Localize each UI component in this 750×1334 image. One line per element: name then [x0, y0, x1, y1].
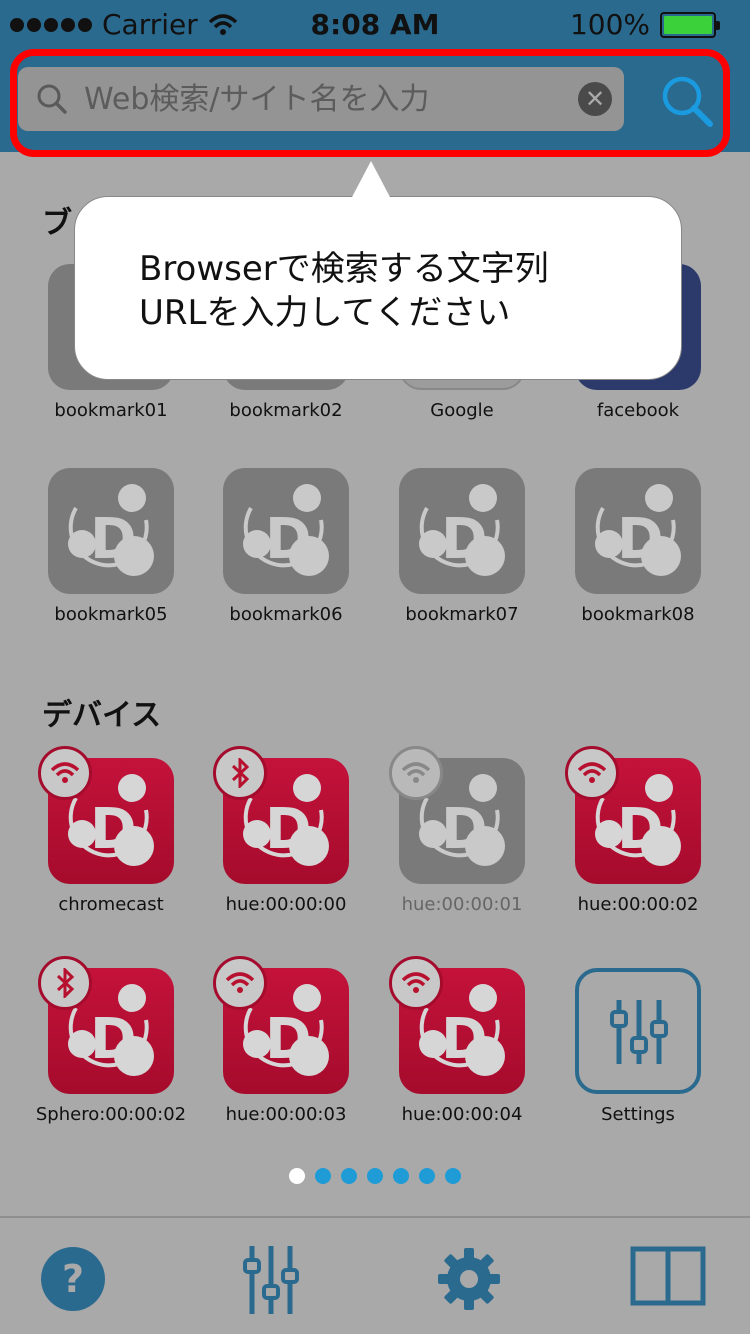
bookmark-label: bookmark02: [229, 400, 343, 421]
wifi-icon: [401, 762, 431, 783]
dconnect-logo-icon: D: [595, 484, 681, 576]
search-tooltip: Browserで検索する文字列 URLを入力してください: [74, 161, 682, 380]
device-label: hue:00:00:03: [225, 1104, 347, 1125]
svg-text:?: ?: [62, 1257, 84, 1301]
battery-percent: 100%: [569, 8, 650, 41]
tab-bar: ?: [0, 1216, 750, 1334]
wifi-badge: [389, 746, 443, 800]
bookmark-item[interactable]: D bookmark08: [553, 468, 723, 625]
device-icon: D: [38, 746, 174, 884]
settings-tile: [575, 968, 701, 1094]
bookmark-icon: D: [223, 468, 349, 594]
wifi-badge: [38, 746, 92, 800]
device-label: hue:00:00:02: [577, 894, 699, 915]
device-item[interactable]: D hue:00:00:00: [201, 746, 371, 915]
page-dot[interactable]: [341, 1168, 357, 1184]
settings-item[interactable]: Settings: [553, 968, 723, 1125]
gear-icon[interactable]: [436, 1246, 502, 1312]
device-item[interactable]: D hue:00:00:02: [553, 746, 723, 915]
device-label: hue:00:00:00: [225, 894, 347, 915]
settings-label: Settings: [601, 1104, 675, 1125]
bluetooth-icon: [56, 968, 75, 998]
wifi-icon: [50, 762, 80, 783]
page-dot[interactable]: [445, 1168, 461, 1184]
wifi-icon: [225, 972, 255, 993]
search-highlight: [10, 49, 730, 157]
page-dot[interactable]: [393, 1168, 409, 1184]
svg-text:D: D: [90, 507, 136, 572]
device-icon: D: [38, 956, 174, 1094]
bookmark-item[interactable]: D bookmark07: [377, 468, 547, 625]
bookmark-item[interactable]: D bookmark06: [201, 468, 371, 625]
svg-text:D: D: [265, 797, 311, 862]
bookmark-icon: D: [399, 468, 525, 594]
svg-text:D: D: [265, 1007, 311, 1072]
svg-text:D: D: [265, 507, 311, 572]
bookmark-label: bookmark06: [229, 604, 343, 625]
book-icon[interactable]: [630, 1246, 706, 1308]
tooltip-line-1: Browserで検索する文字列: [139, 249, 549, 289]
dconnect-logo-icon: D: [68, 484, 154, 576]
device-label: Sphero:00:00:02: [35, 1104, 187, 1125]
bluetooth-badge: [38, 956, 92, 1010]
battery-icon: [660, 11, 720, 38]
device-icon: D: [213, 746, 349, 884]
bookmark-label: bookmark01: [54, 400, 168, 421]
device-label: hue:00:00:04: [401, 1104, 523, 1125]
wifi-icon: [577, 762, 607, 783]
page-dot-active[interactable]: [289, 1168, 305, 1184]
dconnect-logo-icon: D: [419, 484, 505, 576]
wifi-icon: [401, 972, 431, 993]
status-right: 100%: [569, 8, 720, 41]
bookmark-label: Google: [430, 400, 494, 421]
sliders-icon: [610, 1000, 668, 1064]
bookmark-icon: D: [575, 468, 701, 594]
device-icon: D: [389, 746, 525, 884]
wifi-badge: [389, 956, 443, 1010]
device-item[interactable]: D hue:00:00:01: [377, 746, 547, 915]
svg-text:D: D: [441, 1007, 487, 1072]
bookmark-label: bookmark05: [54, 604, 168, 625]
bluetooth-icon: [231, 758, 250, 788]
tooltip-line-2: URLを入力してください: [139, 293, 511, 333]
dconnect-logo-icon: D: [243, 484, 329, 576]
page-control[interactable]: [0, 1168, 750, 1184]
device-icon: D: [213, 956, 349, 1094]
page-dot[interactable]: [367, 1168, 383, 1184]
device-item[interactable]: D hue:00:00:04: [377, 956, 547, 1125]
svg-text:D: D: [441, 797, 487, 862]
page-dot[interactable]: [315, 1168, 331, 1184]
device-label: hue:00:00:01: [401, 894, 523, 915]
bookmark-label: facebook: [596, 400, 680, 421]
help-icon[interactable]: ?: [40, 1246, 106, 1312]
page-dot[interactable]: [419, 1168, 435, 1184]
wifi-badge: [213, 956, 267, 1010]
device-item[interactable]: D Sphero:00:00:02: [26, 956, 196, 1125]
device-item[interactable]: D chromecast: [26, 746, 196, 915]
device-item[interactable]: D hue:00:00:03: [201, 956, 371, 1125]
svg-text:D: D: [441, 507, 487, 572]
svg-text:D: D: [90, 797, 136, 862]
device-icon: D: [565, 746, 701, 884]
sliders-icon[interactable]: [238, 1242, 304, 1318]
bluetooth-badge: [213, 746, 267, 800]
bookmark-icon: D: [48, 468, 174, 594]
wifi-badge: [565, 746, 619, 800]
bookmark-item[interactable]: D bookmark05: [26, 468, 196, 625]
svg-text:D: D: [617, 797, 663, 862]
device-icon: D: [389, 956, 525, 1094]
status-bar: Carrier 8:08 AM 100%: [0, 0, 750, 46]
bookmark-label: bookmark07: [405, 604, 519, 625]
device-label: chromecast: [58, 894, 164, 915]
svg-text:D: D: [617, 507, 663, 572]
svg-text:D: D: [90, 1007, 136, 1072]
bookmark-label: bookmark08: [581, 604, 695, 625]
devices-title: デバイス: [42, 698, 162, 733]
